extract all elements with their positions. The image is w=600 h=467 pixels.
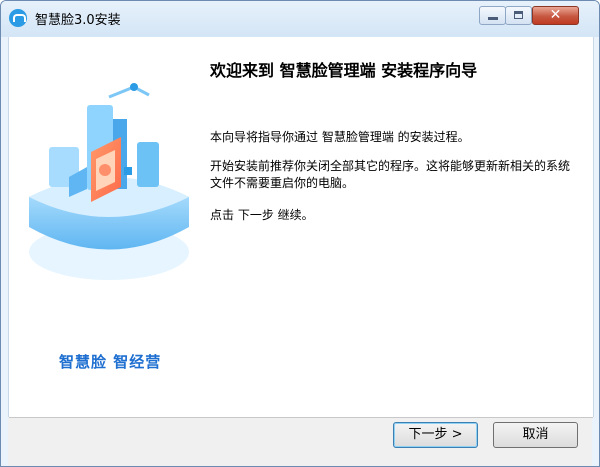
minimize-icon: [488, 17, 498, 20]
close-button[interactable]: ✕: [532, 6, 579, 25]
building-4: [137, 142, 159, 187]
product-illustration: [29, 83, 189, 280]
next-button[interactable]: 下一步 >: [393, 422, 478, 448]
minimize-button[interactable]: [479, 6, 506, 25]
title-bar[interactable]: 智慧脸3.0安装 ✕: [1, 1, 599, 37]
cancel-button[interactable]: 取消: [493, 422, 578, 448]
cube-decoration: [124, 167, 132, 175]
maximize-button[interactable]: [505, 6, 532, 25]
intro-text: 本向导将指导你通过 智慧脸管理端 的安装过程。: [210, 130, 470, 144]
face-icon: [99, 164, 111, 176]
trend-line: [108, 85, 150, 99]
window-title: 智慧脸3.0安装: [35, 13, 121, 28]
side-illustration: 智慧脸 智经营: [9, 37, 204, 417]
welcome-heading: 欢迎来到 智慧脸管理端 安装程序向导: [210, 61, 478, 80]
trend-point: [130, 83, 138, 91]
close-icon: ✕: [549, 7, 562, 23]
recommendation-text: 开始安装前推荐你关闭全部其它的程序。这将能够更新新相关的系统文件不需要重启你的电…: [210, 159, 571, 190]
installer-window: 智慧脸3.0安装 ✕ 智慧脸 智经营 欢迎来到 智慧脸管理端 安装程序向导 本向…: [0, 0, 600, 467]
wizard-panel: 智慧脸 智经营: [8, 37, 594, 418]
brand-slogan: 智慧脸 智经营: [59, 353, 162, 371]
app-logo-icon: [9, 9, 27, 27]
continue-text: 点击 下一步 继续。: [210, 208, 314, 222]
maximize-icon: [514, 11, 523, 19]
